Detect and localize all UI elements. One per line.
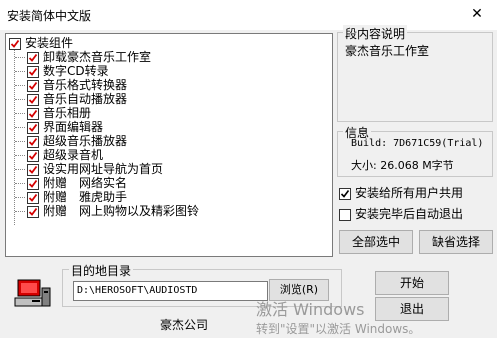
tree-item-label: 音乐相册 [43,106,92,120]
install-button[interactable]: 开始 [375,271,449,295]
title-bar: 安装简体中文版 ✕ [0,0,497,30]
checkmark-icon [10,39,20,48]
watermark-title: 激活 Windows [256,300,365,319]
all-users-checkbox[interactable] [339,187,351,200]
tree-connector [15,197,25,198]
tree-item[interactable]: 音乐相册 [27,106,91,120]
tree-item-checkbox[interactable] [27,79,39,92]
component-tree[interactable]: 安装组件 卸载豪杰音乐工作室 数字CD转录 音乐格式转换器 音乐自动播放器 音乐相册 界面… [5,33,333,257]
exit-button[interactable]: 退出 [375,297,449,321]
tree-item-checkbox[interactable] [27,149,39,162]
auto-exit-checkbox[interactable] [339,208,351,221]
tree-item-label: 音乐格式转换器 [43,78,128,92]
tree-connector [15,85,25,86]
window-title: 安装简体中文版 [7,9,92,23]
description-text: 豪杰音乐工作室 [345,44,430,58]
tree-connector [14,47,15,225]
tree-item-checkbox[interactable] [27,107,39,120]
tree-item-label: 超级音乐播放器 [43,134,128,148]
root-checkbox[interactable] [9,37,21,50]
checkmark-icon [340,189,350,198]
checkmark-icon [28,179,38,188]
tree-item[interactable]: 音乐格式转换器 [27,78,127,92]
tree-item-checkbox[interactable] [27,51,39,64]
tree-root-row[interactable]: 安装组件 [9,36,73,50]
description-title: 段内容说明 [343,25,408,42]
tree-item-label: 附赠 网上购物以及精彩图铃 [43,204,200,218]
all-users-option[interactable]: 安装给所有用户共用 [339,185,463,201]
checkmark-icon [28,137,38,146]
checkmark-icon [28,193,38,202]
tree-item[interactable]: 附赠 网络实名 [27,176,127,190]
tree-item-label: 附赠 雅虎助手 [43,190,128,204]
tree-connector [15,169,25,170]
tree-root-label: 安装组件 [25,36,74,50]
tree-item-label: 设实用网址导航为首页 [43,162,164,176]
watermark-subtitle: 转到"设置"以激活 Windows。 [256,322,421,336]
select-all-button[interactable]: 全部选中 [339,230,413,254]
tree-item-checkbox[interactable] [27,177,39,190]
tree-item-label: 超级录音机 [43,148,104,162]
destination-path-input[interactable]: D:\HEROSOFT\AUDIOSTD [73,281,268,301]
tree-item-label: 数字CD转录 [43,64,109,78]
tree-item[interactable]: 设实用网址导航为首页 [27,162,163,176]
auto-exit-label: 安装完毕后自动退出 [355,207,464,221]
size-text: 大小: 26.068 M字节 [351,159,454,172]
tree-item[interactable]: 附赠 网上购物以及精彩图铃 [27,204,199,218]
tree-item-label: 附赠 网络实名 [43,176,128,190]
checkmark-icon [28,53,38,62]
tree-item-label: 界面编辑器 [43,120,104,134]
tree-item[interactable]: 附赠 雅虎助手 [27,190,127,204]
installer-computer-icon [12,276,52,312]
tree-item[interactable]: 数字CD转录 [27,64,109,78]
checkmark-icon [28,109,38,118]
tree-item-checkbox[interactable] [27,93,39,106]
tree-connector [15,71,25,72]
checkmark-icon [28,165,38,174]
tree-connector [15,57,25,58]
tree-item[interactable]: 音乐自动播放器 [27,92,127,106]
checkmark-icon [28,207,38,216]
tree-item[interactable]: 超级录音机 [27,148,103,162]
tree-item-checkbox[interactable] [27,191,39,204]
tree-item[interactable]: 超级音乐播放器 [27,134,127,148]
tree-item-checkbox[interactable] [27,121,39,134]
tree-item-checkbox[interactable] [27,205,39,218]
tree-item-label: 卸载豪杰音乐工作室 [43,50,152,64]
default-select-button[interactable]: 缺省选择 [419,230,493,254]
tree-item-label: 音乐自动播放器 [43,92,128,106]
tree-connector [15,155,25,156]
tree-connector [15,141,25,142]
all-users-label: 安装给所有用户共用 [355,186,464,200]
checkmark-icon [28,151,38,160]
tree-connector [15,113,25,114]
checkmark-icon [28,67,38,76]
auto-exit-option[interactable]: 安装完毕后自动退出 [339,206,463,222]
checkmark-icon [28,81,38,90]
build-text: Build: 7D671C59(Trial) [351,138,484,149]
tree-item[interactable]: 卸载豪杰音乐工作室 [27,50,151,64]
tree-connector [15,183,25,184]
destination-title: 目的地目录 [69,262,134,279]
checkmark-icon [28,95,38,104]
tree-connector [15,99,25,100]
tree-item-checkbox[interactable] [27,135,39,148]
tree-item-checkbox[interactable] [27,65,39,78]
tree-connector [15,127,25,128]
checkmark-icon [28,123,38,132]
company-label: 豪杰公司 [160,318,209,332]
tree-item-checkbox[interactable] [27,163,39,176]
tree-item[interactable]: 界面编辑器 [27,120,103,134]
close-button[interactable]: ✕ [460,2,494,26]
tree-connector [15,211,25,212]
